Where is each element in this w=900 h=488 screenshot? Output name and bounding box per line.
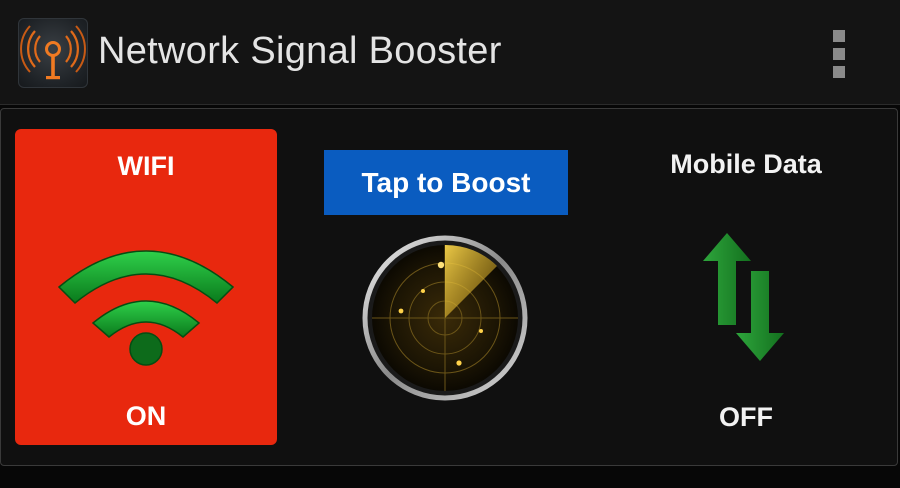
- menu-dot: [833, 30, 845, 42]
- app-bar: Network Signal Booster: [0, 0, 900, 105]
- controls-panel: WIFI ON Tap to Boost Mobile Data OFF: [0, 108, 898, 466]
- menu-dot: [833, 48, 845, 60]
- wifi-toggle-card[interactable]: WIFI ON: [15, 129, 277, 445]
- menu-dot: [833, 66, 845, 78]
- app-title: Network Signal Booster: [98, 30, 502, 72]
- mobile-data-label: Mobile Data: [670, 149, 822, 179]
- tap-to-boost-button[interactable]: Tap to Boost: [324, 150, 568, 215]
- app-screen: Network Signal Booster WIFI ON Tap to Bo…: [0, 0, 900, 488]
- wifi-status: ON: [125, 401, 167, 431]
- mobile-data-status: OFF: [719, 402, 773, 432]
- wifi-label: WIFI: [117, 151, 175, 181]
- data-arrows-icon[interactable]: [701, 231, 787, 368]
- antenna-icon: [18, 18, 88, 88]
- overflow-menu-icon[interactable]: [822, 28, 856, 80]
- wifi-icon: [45, 227, 247, 372]
- radar-icon[interactable]: [359, 235, 531, 406]
